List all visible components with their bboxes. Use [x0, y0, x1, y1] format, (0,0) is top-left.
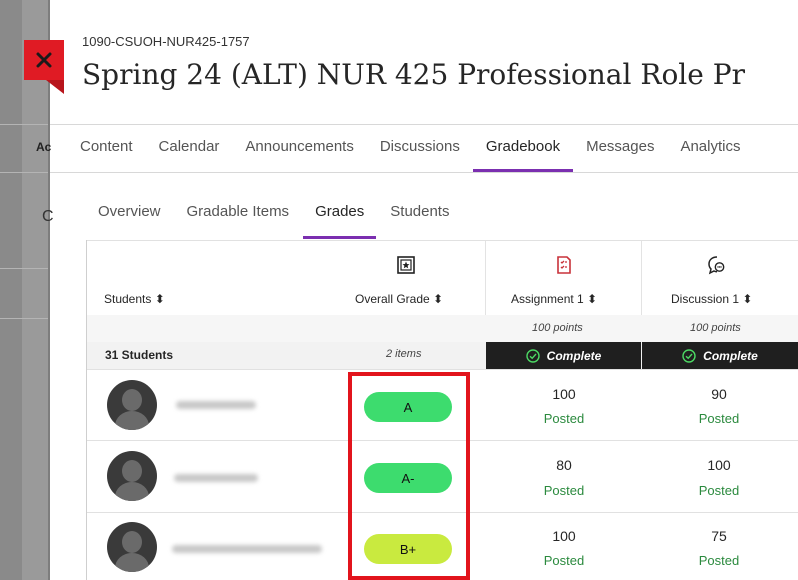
assignment-icon — [557, 256, 571, 274]
gradebook-subnav: Overview Gradable Items Grades Students — [98, 203, 475, 239]
nav-messages[interactable]: Messages — [586, 134, 654, 172]
discussion-1-posted: Posted — [698, 553, 740, 568]
discussion-1-score[interactable]: 75 — [684, 528, 754, 544]
student-count: 31 Students — [105, 348, 174, 362]
overall-items-count: 2 items — [386, 348, 422, 360]
background-divider — [0, 124, 50, 125]
column-header-discussion-1[interactable]: Discussion 1 ⬍ — [671, 292, 752, 306]
nav-content[interactable]: Content — [80, 134, 133, 172]
assignment-1-posted: Posted — [543, 411, 585, 426]
course-nav: Content Calendar Announcements Discussio… — [80, 134, 766, 172]
nav-gradebook[interactable]: Gradebook — [472, 134, 574, 172]
divider — [50, 172, 798, 173]
discussion-1-posted: Posted — [698, 411, 740, 426]
assignment-1-status: Complete — [546, 348, 602, 363]
discussion-1-score[interactable]: 100 — [684, 457, 754, 473]
background-divider — [0, 172, 50, 173]
discussion-1-score[interactable]: 90 — [684, 386, 754, 402]
discussion-1-status-cell[interactable]: Complete — [642, 342, 798, 369]
background-divider — [0, 268, 50, 269]
discussion-1-points: 100 points — [690, 322, 741, 334]
tab-overview[interactable]: Overview — [98, 203, 161, 239]
student-name-redacted[interactable] — [174, 474, 258, 482]
tab-grades[interactable]: Grades — [303, 203, 377, 239]
student-name-redacted[interactable] — [176, 401, 256, 409]
assignment-1-score[interactable]: 80 — [529, 457, 599, 473]
background-divider — [0, 318, 50, 319]
background-tab-label: Ac — [36, 140, 52, 154]
column-header-overall-grade[interactable]: Overall Grade ⬍ — [355, 292, 443, 306]
avatar[interactable] — [107, 451, 157, 501]
nav-calendar[interactable]: Calendar — [159, 134, 220, 172]
discussion-1-posted: Posted — [698, 483, 740, 498]
discussion-icon — [708, 256, 725, 275]
nav-discussions[interactable]: Discussions — [380, 134, 460, 172]
assignment-1-points: 100 points — [532, 322, 583, 334]
close-icon — [36, 52, 52, 68]
background-page-strip — [0, 0, 50, 580]
assignment-1-score[interactable]: 100 — [529, 386, 599, 402]
column-header-assignment-1[interactable]: Assignment 1 ⬍ — [511, 292, 597, 306]
course-id: 1090-CSUOH-NUR425-1757 — [82, 34, 250, 49]
assignment-1-status-cell[interactable]: Complete — [486, 342, 641, 369]
overall-grade-icon — [397, 256, 415, 274]
annotation-highlight-box — [348, 372, 470, 580]
avatar[interactable] — [107, 522, 157, 572]
check-circle-icon — [682, 348, 696, 363]
divider — [50, 124, 798, 125]
assignment-1-score[interactable]: 100 — [529, 528, 599, 544]
assignment-1-posted: Posted — [543, 553, 585, 568]
student-name-redacted[interactable] — [172, 545, 322, 553]
background-shade — [0, 0, 22, 580]
grid-row-border — [87, 369, 798, 370]
avatar[interactable] — [107, 380, 157, 430]
assignment-1-posted: Posted — [543, 483, 585, 498]
tab-students[interactable]: Students — [390, 203, 449, 239]
check-circle-icon — [525, 348, 540, 363]
course-title: Spring 24 (ALT) NUR 425 Professional Rol… — [82, 58, 745, 91]
grid-row-border — [87, 240, 798, 241]
discussion-1-status: Complete — [703, 348, 758, 363]
close-button[interactable] — [24, 40, 64, 94]
nav-analytics[interactable]: Analytics — [680, 134, 740, 172]
nav-announcements[interactable]: Announcements — [245, 134, 353, 172]
grid-border — [86, 240, 87, 580]
tab-gradable-items[interactable]: Gradable Items — [187, 203, 290, 239]
background-text: C — [42, 208, 54, 225]
column-header-students[interactable]: Students ⬍ — [104, 292, 165, 306]
